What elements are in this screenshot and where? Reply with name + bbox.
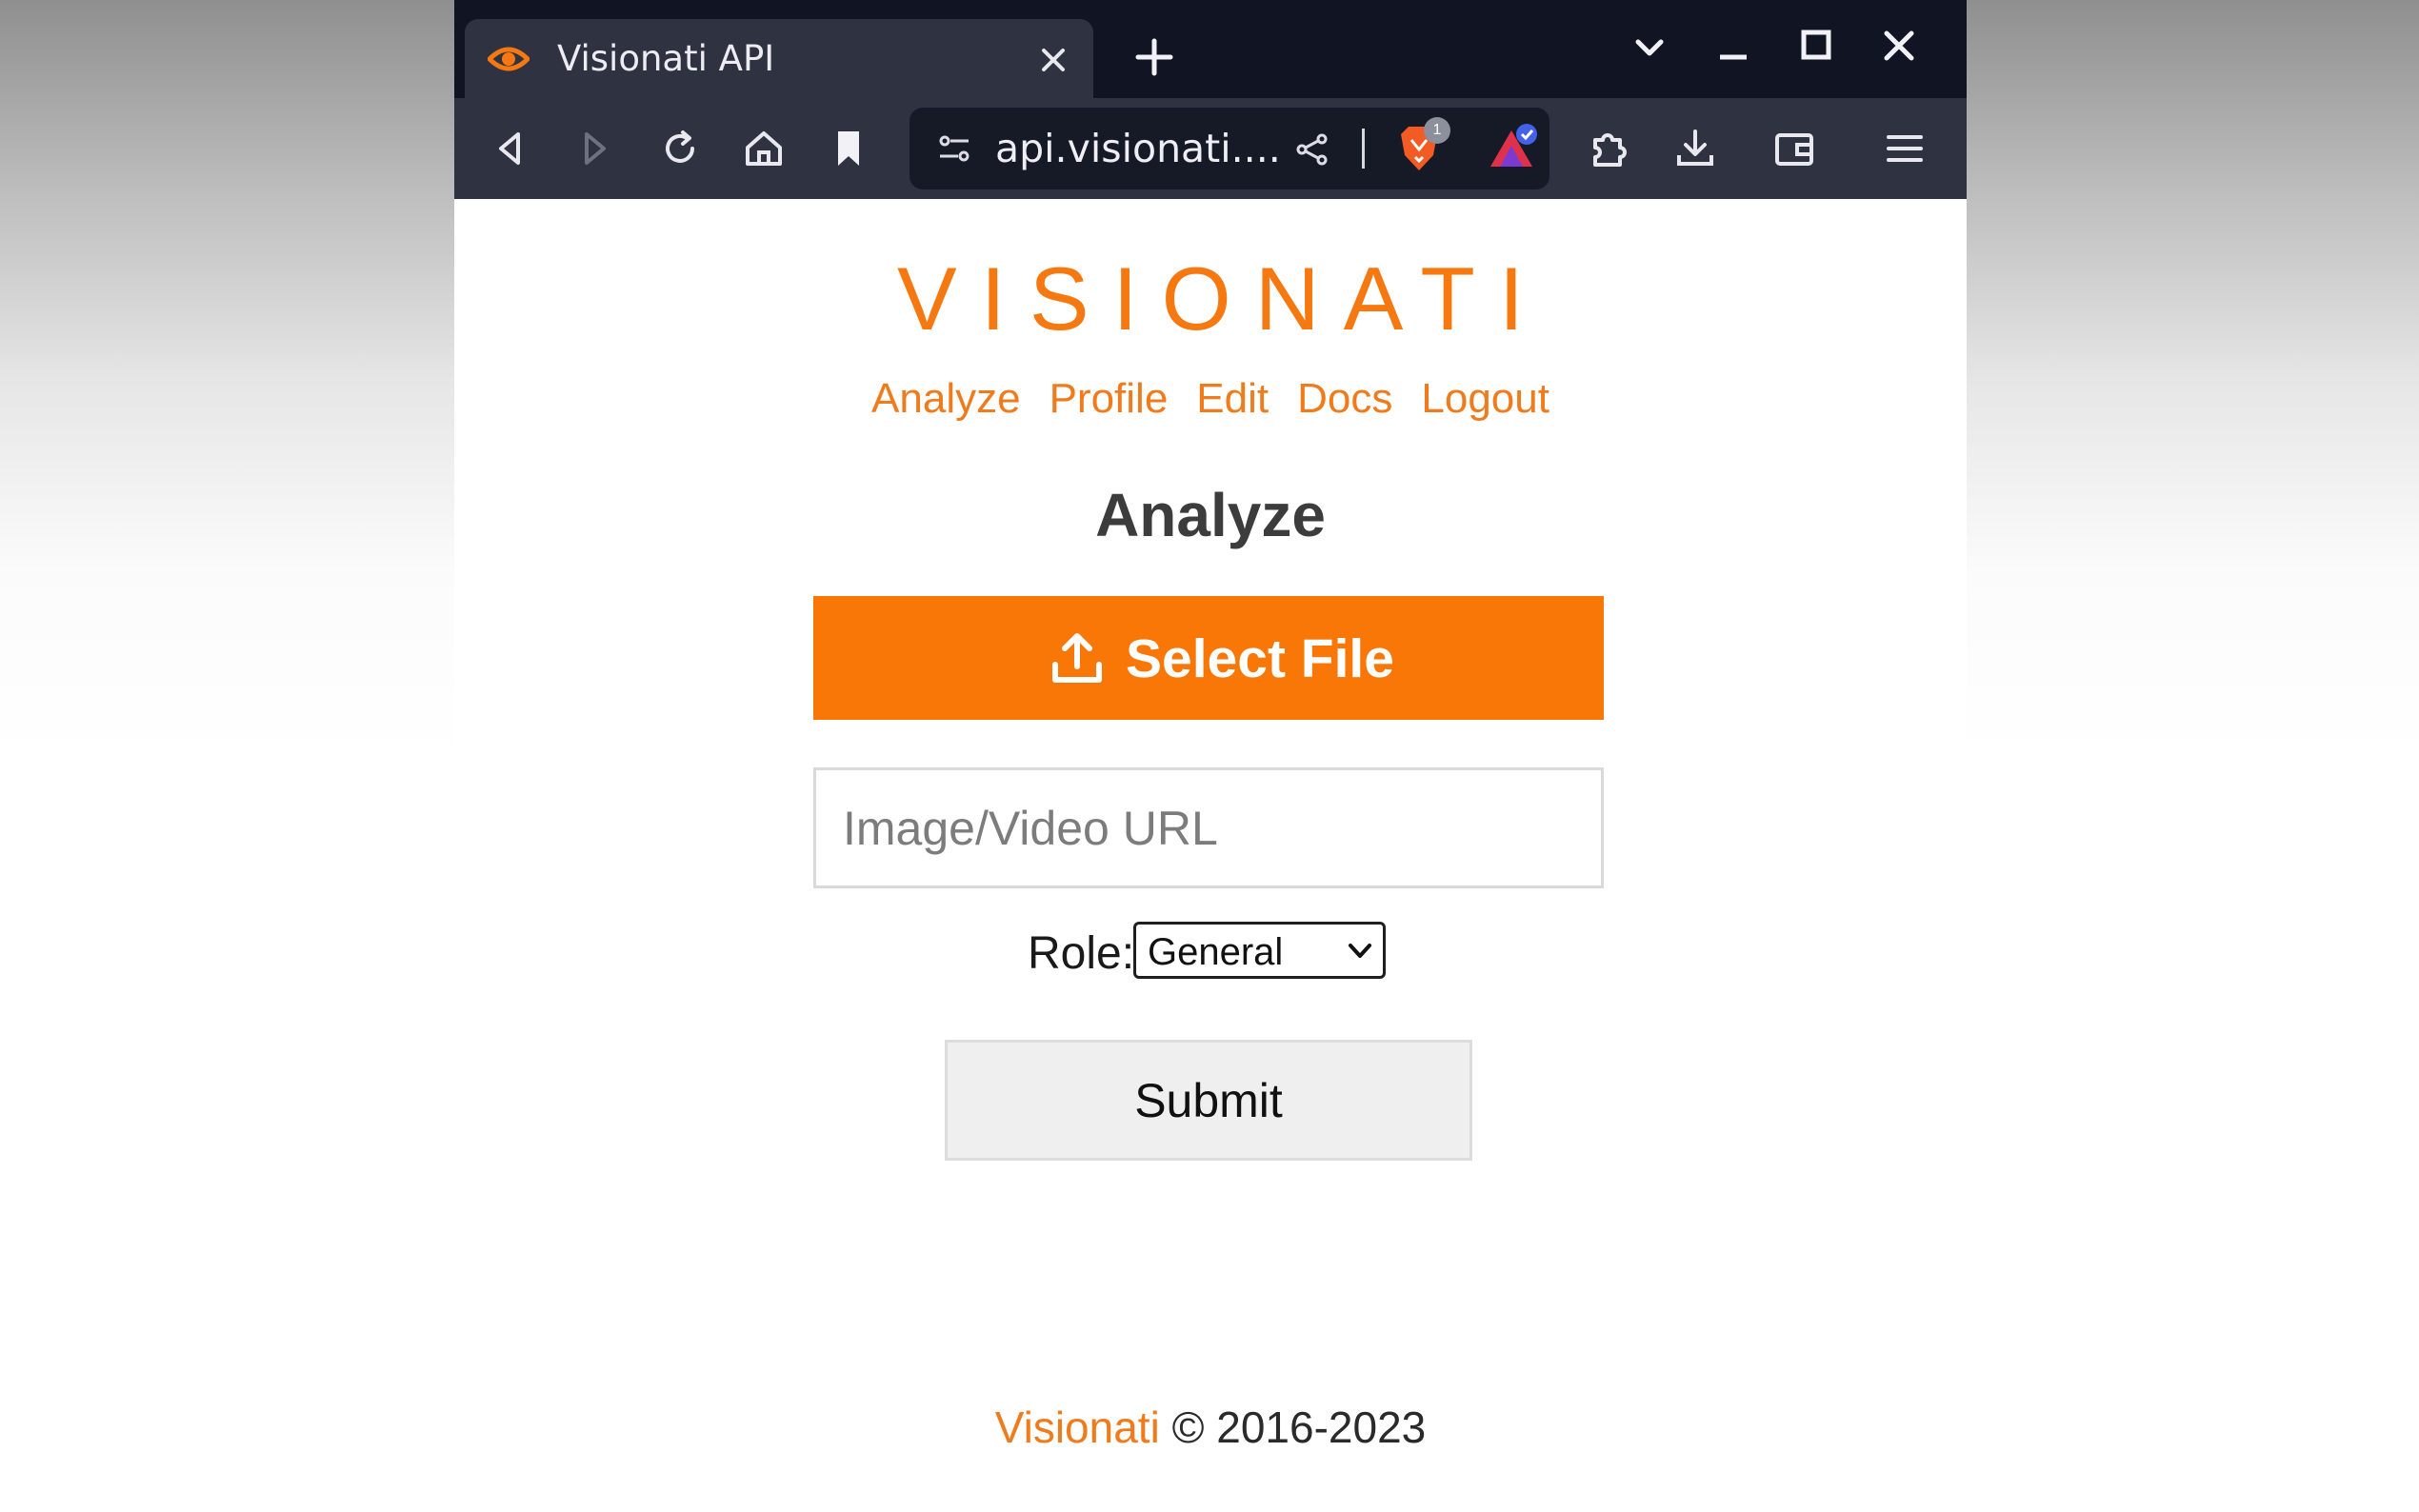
- site-logo[interactable]: VISIONATI: [454, 247, 1967, 351]
- nav-docs-link[interactable]: Docs: [1297, 375, 1392, 422]
- address-bar[interactable]: api.visionati.... 1: [910, 108, 1549, 189]
- minimize-icon[interactable]: [1714, 29, 1752, 67]
- role-label: Role:: [1028, 928, 1135, 979]
- url-text[interactable]: api.visionati....: [995, 126, 1281, 171]
- tab-strip: Visionati API: [454, 0, 1967, 98]
- browser-tab[interactable]: Visionati API: [465, 19, 1093, 98]
- home-icon[interactable]: [742, 127, 786, 170]
- url-separator: [1362, 129, 1365, 169]
- bookmark-icon[interactable]: [827, 127, 870, 170]
- site-settings-icon[interactable]: [936, 130, 972, 167]
- tab-close-icon[interactable]: [1039, 46, 1068, 74]
- chevron-down-icon: [1349, 944, 1371, 958]
- role-row: Role: General: [454, 922, 1967, 985]
- select-file-button[interactable]: Select File: [813, 596, 1604, 720]
- brave-rewards-icon[interactable]: [1485, 121, 1538, 174]
- shields-badge: 1: [1424, 117, 1450, 144]
- eye-icon: [488, 47, 530, 71]
- download-icon[interactable]: [1673, 127, 1717, 170]
- browser-toolbar: api.visionati.... 1: [454, 98, 1967, 199]
- browser-window: Visionati API api.visionati.... 1 VISION…: [454, 0, 1967, 1512]
- footer: Visionati © 2016-2023: [454, 1401, 1967, 1454]
- menu-icon[interactable]: [1883, 127, 1927, 170]
- nav-analyze-link[interactable]: Analyze: [871, 375, 1021, 422]
- reload-icon[interactable]: [658, 127, 702, 170]
- forward-icon[interactable]: [573, 127, 617, 170]
- back-icon[interactable]: [490, 127, 533, 170]
- footer-brand-link[interactable]: Visionati: [995, 1403, 1160, 1452]
- tab-search-chevron-icon[interactable]: [1630, 29, 1669, 67]
- tab-title: Visionati API: [557, 38, 775, 79]
- extensions-icon[interactable]: [1588, 127, 1631, 170]
- footer-copyright: © 2016-2023: [1171, 1403, 1427, 1452]
- image-video-url-input[interactable]: [813, 767, 1604, 888]
- wallet-icon[interactable]: [1772, 127, 1816, 170]
- page-content: VISIONATI Analyze Profile Edit Docs Logout A…: [454, 199, 1967, 1512]
- new-tab-icon[interactable]: [1135, 38, 1173, 76]
- close-icon[interactable]: [1880, 27, 1918, 65]
- select-file-label: Select File: [1126, 628, 1394, 689]
- nav-logout-link[interactable]: Logout: [1421, 375, 1549, 422]
- nav-profile-link[interactable]: Profile: [1050, 375, 1169, 422]
- submit-button[interactable]: Submit: [945, 1040, 1472, 1161]
- role-selected-value: General: [1148, 931, 1284, 973]
- main-nav: Analyze Profile Edit Docs Logout: [454, 370, 1967, 428]
- upload-icon: [1052, 633, 1102, 683]
- share-icon[interactable]: [1294, 131, 1330, 168]
- nav-edit-link[interactable]: Edit: [1196, 375, 1269, 422]
- role-select[interactable]: General: [1133, 922, 1386, 979]
- maximize-icon[interactable]: [1797, 27, 1835, 65]
- page-title: Analyze: [1095, 481, 1326, 549]
